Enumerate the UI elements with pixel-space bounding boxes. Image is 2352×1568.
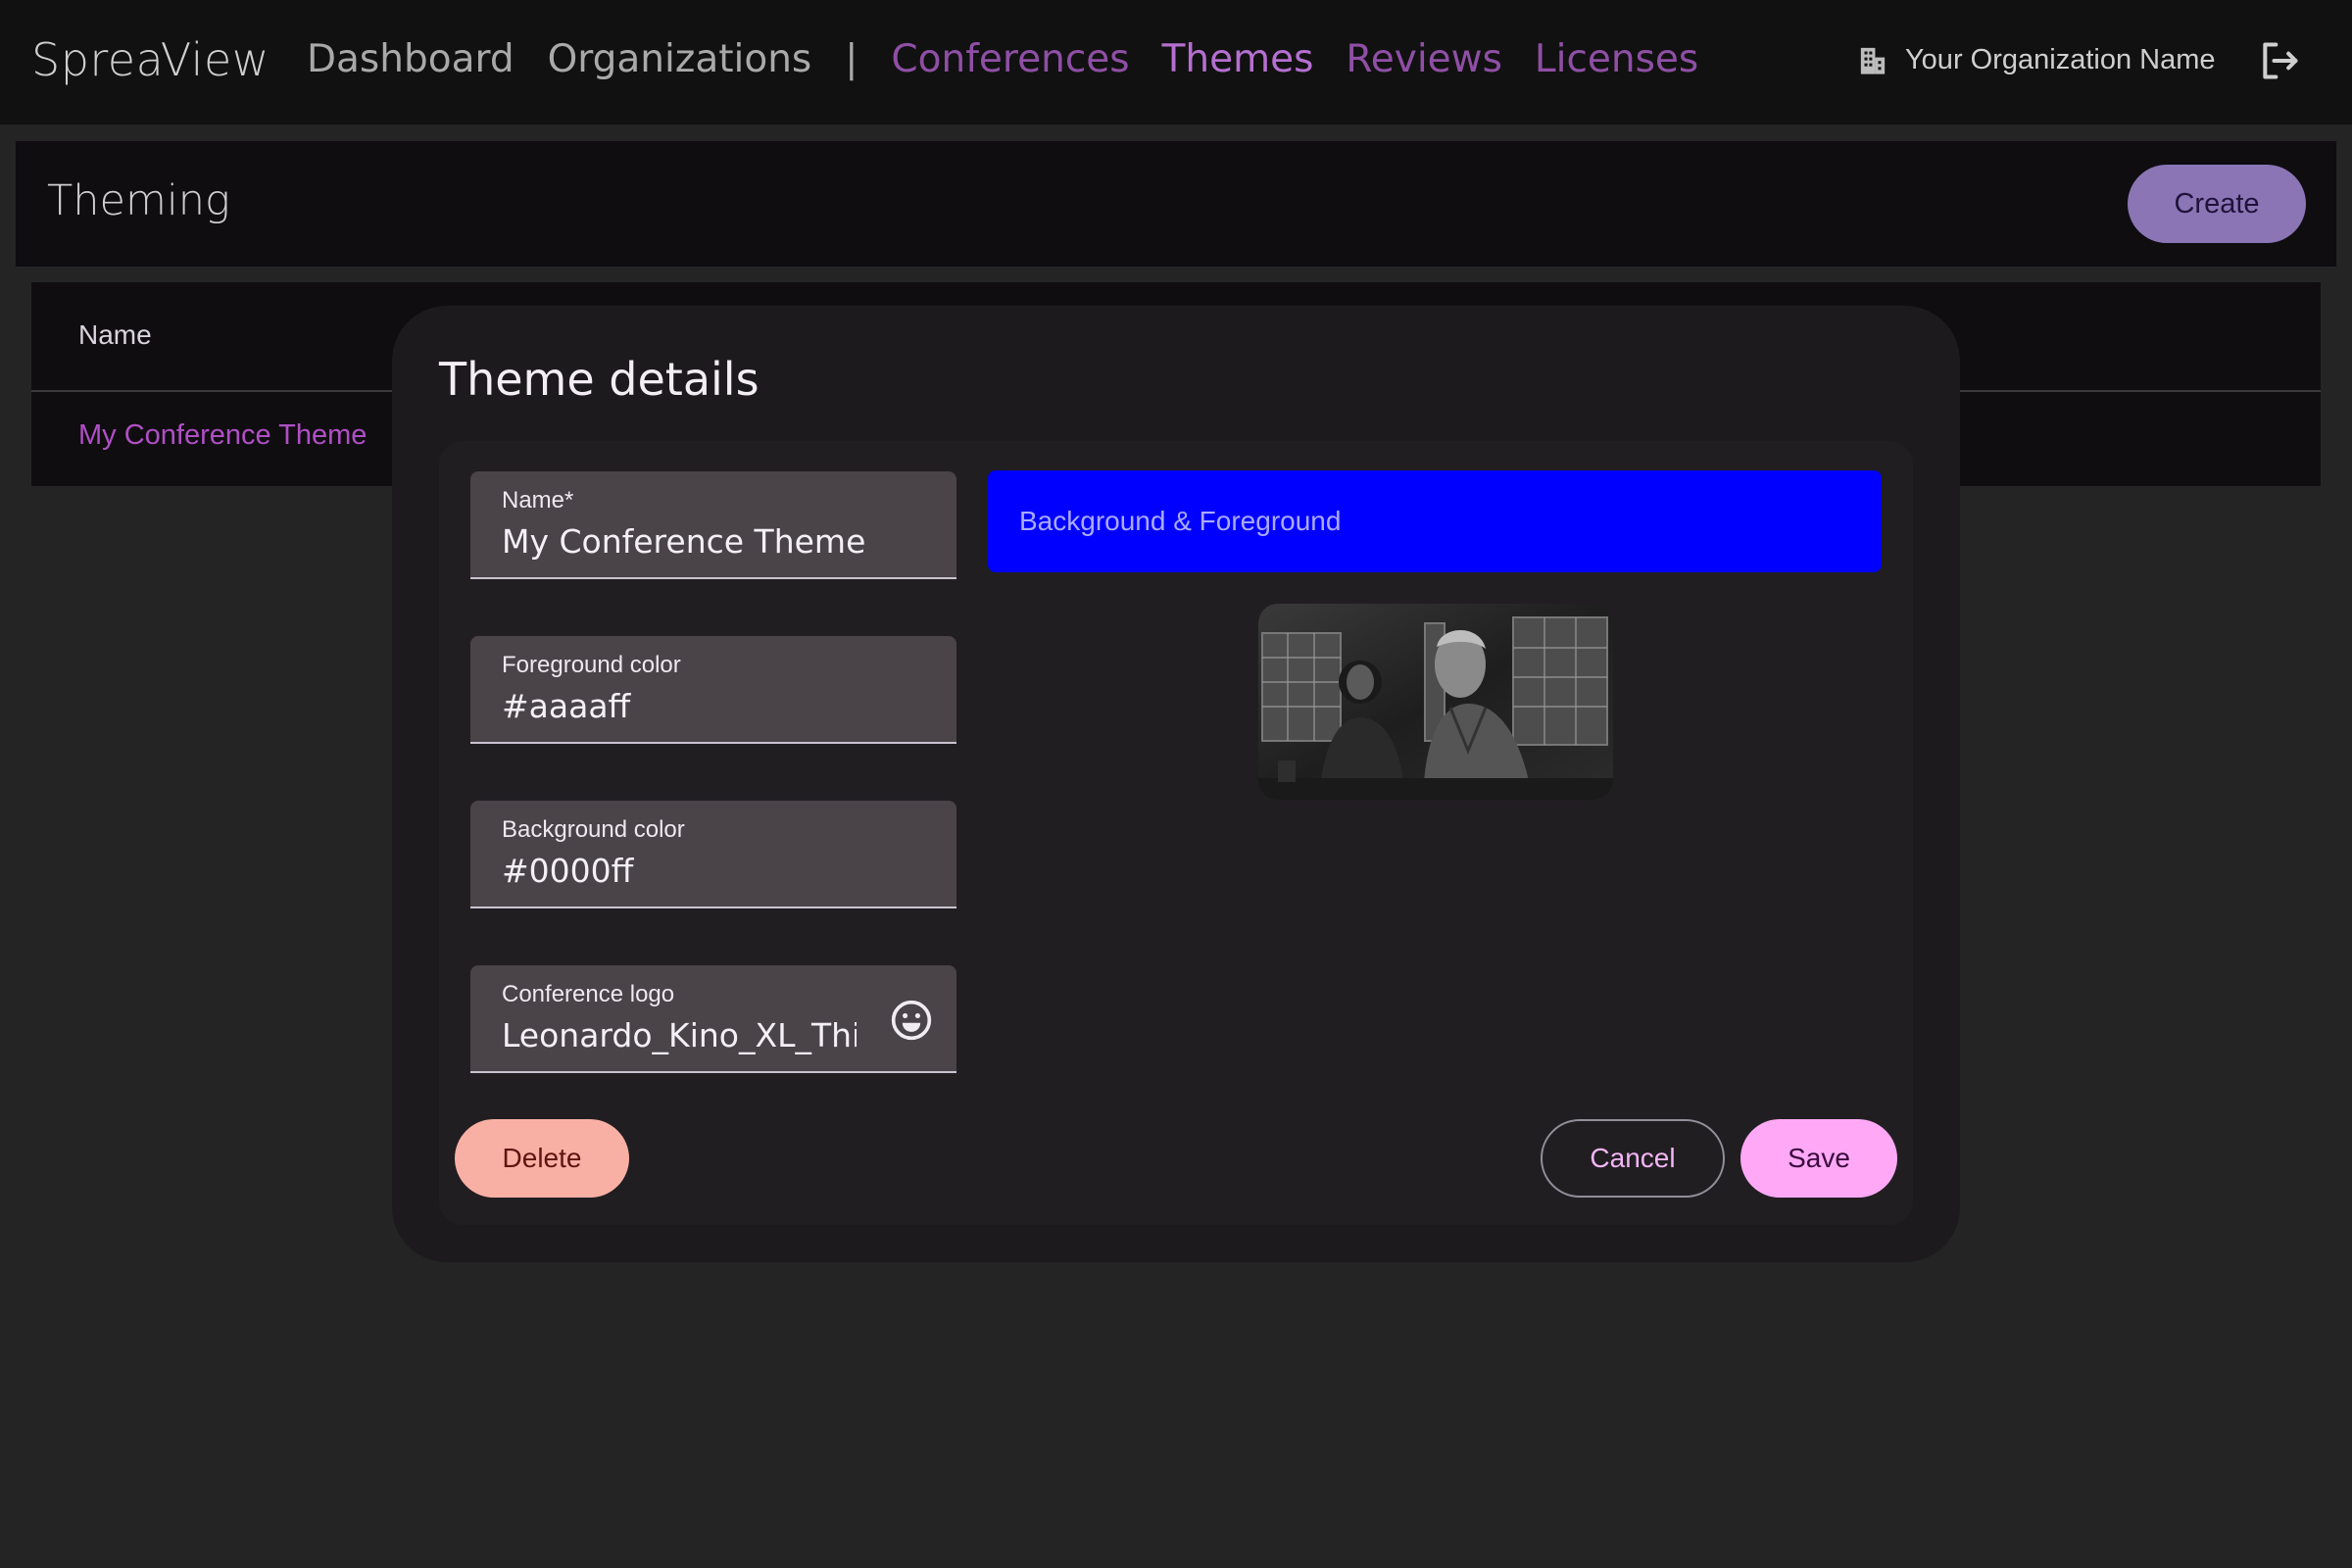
app-brand[interactable]: SpreaView xyxy=(31,33,270,86)
cancel-button[interactable]: Cancel xyxy=(1541,1119,1725,1198)
nav-reviews[interactable]: Reviews xyxy=(1346,37,1501,81)
dialog-title: Theme details xyxy=(439,353,760,406)
nav-organizations[interactable]: Organizations xyxy=(548,37,812,81)
logout-icon[interactable] xyxy=(2258,39,2301,82)
name-field-label: Name* xyxy=(502,487,574,514)
nav-conferences[interactable]: Conferences xyxy=(891,37,1129,81)
name-field-value[interactable]: My Conference Theme xyxy=(502,522,933,561)
nav-themes[interactable]: Themes xyxy=(1162,37,1314,81)
background-color-label: Background color xyxy=(502,816,685,843)
foreground-color-label: Foreground color xyxy=(502,652,681,678)
nav-divider: | xyxy=(845,37,858,81)
foreground-color-value[interactable]: #aaaaff xyxy=(502,687,855,725)
conference-logo-value[interactable]: Leonardo_Kino_XL_This xyxy=(502,1016,857,1054)
table-row[interactable]: My Conference Theme xyxy=(78,419,367,452)
foreground-color-field[interactable]: Foreground color #aaaaff xyxy=(470,636,956,744)
building-icon xyxy=(1860,47,1886,74)
create-button[interactable]: Create xyxy=(2128,165,2306,243)
theme-preview-text: Background & Foreground xyxy=(1019,506,1342,536)
background-color-field[interactable]: Background color #0000ff xyxy=(470,801,956,908)
theme-preview-banner: Background & Foreground xyxy=(988,470,1882,572)
theme-details-dialog: Theme details Name* My Conference Theme … xyxy=(392,306,1960,1262)
page-title: Theming xyxy=(47,176,230,225)
conference-logo-label: Conference logo xyxy=(502,981,675,1007)
nav-dashboard[interactable]: Dashboard xyxy=(307,37,514,81)
column-header-name[interactable]: Name xyxy=(78,319,152,351)
conference-logo-preview xyxy=(1258,604,1613,800)
name-field[interactable]: Name* My Conference Theme xyxy=(470,471,956,579)
nav-licenses[interactable]: Licenses xyxy=(1535,37,1698,81)
top-app-bar: SpreaView Dashboard Organizations | Conf… xyxy=(0,0,2352,124)
smiley-icon[interactable] xyxy=(890,999,933,1042)
conference-logo-field[interactable]: Conference logo Leonardo_Kino_XL_This xyxy=(470,965,956,1073)
main-nav: Dashboard Organizations | Conferences Th… xyxy=(307,37,1698,81)
background-color-value[interactable]: #0000ff xyxy=(502,852,855,890)
dialog-panel: Name* My Conference Theme Foreground col… xyxy=(439,441,1913,1225)
organization-name: Your Organization Name xyxy=(1905,43,2216,75)
delete-button[interactable]: Delete xyxy=(455,1119,629,1198)
save-button[interactable]: Save xyxy=(1740,1119,1897,1198)
organization-switcher[interactable]: Your Organization Name xyxy=(1858,43,2216,76)
page-header: Theming Create xyxy=(16,141,2336,267)
